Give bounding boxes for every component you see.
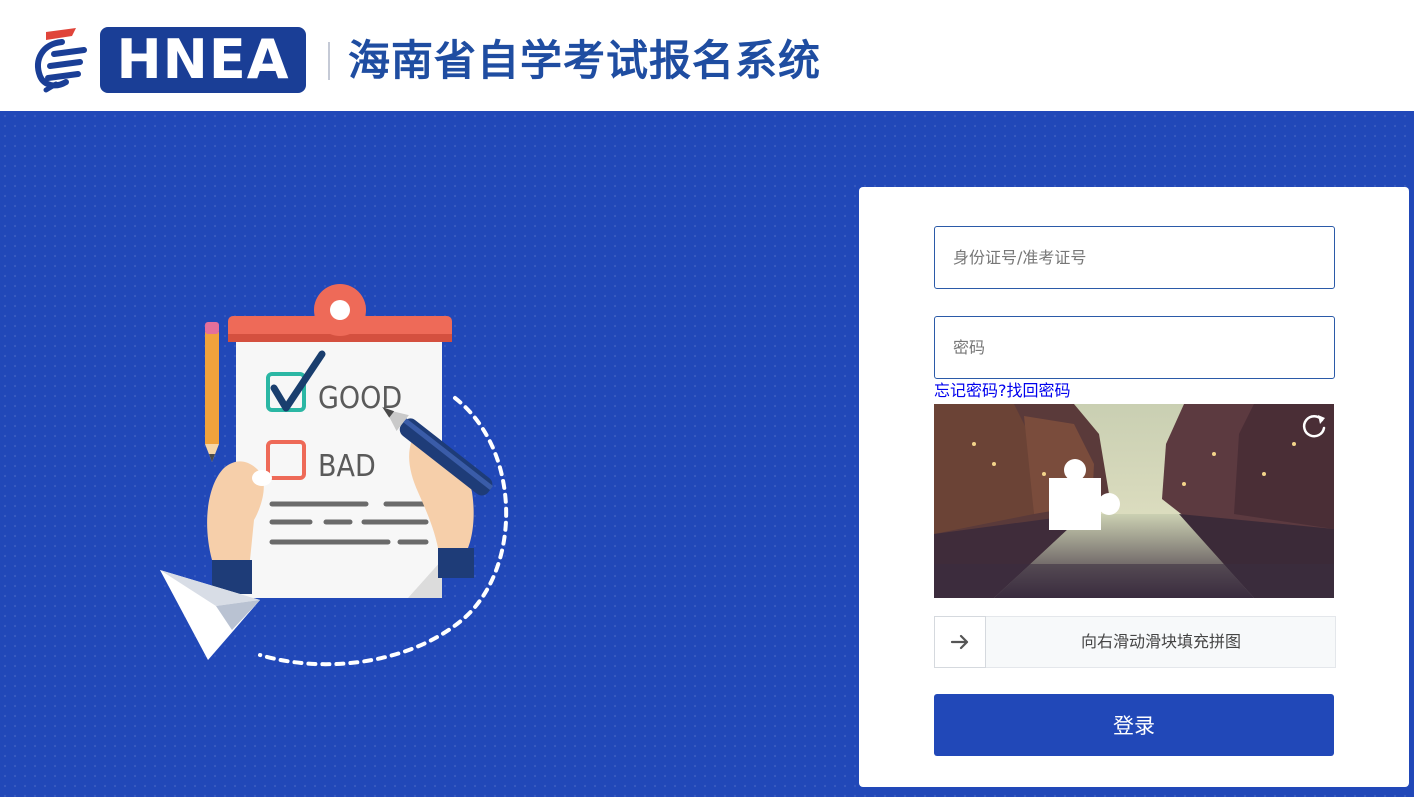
site-title: 海南省自学考试报名系统 xyxy=(348,36,822,85)
login-button[interactable]: 登录 xyxy=(934,694,1334,756)
slider-handle[interactable] xyxy=(934,616,986,668)
pencil-icon xyxy=(205,322,219,462)
forgot-password-link[interactable]: 忘记密码?找回密码 xyxy=(934,381,1071,401)
hnea-logo: HNEA xyxy=(100,27,306,93)
site-header: HNEA 海南省自学考试报名系统 xyxy=(0,0,1414,111)
hnea-emblem-icon xyxy=(35,28,87,93)
exam-clipboard-illustration: GOOD BAD xyxy=(160,284,509,667)
login-card: 忘记密码?找回密码 xyxy=(859,187,1409,787)
refresh-icon[interactable] xyxy=(1300,412,1328,440)
id-number-input[interactable] xyxy=(934,226,1335,289)
password-input[interactable] xyxy=(934,316,1335,379)
arrow-right-icon xyxy=(950,634,969,650)
captcha-slider-track[interactable]: 向右滑动滑块填充拼图 xyxy=(934,616,1336,668)
captcha-puzzle-image xyxy=(934,404,1334,598)
bad-label: BAD xyxy=(318,449,376,484)
logo-divider xyxy=(328,42,330,80)
slider-hint: 向右滑动滑块填充拼图 xyxy=(1080,632,1241,651)
